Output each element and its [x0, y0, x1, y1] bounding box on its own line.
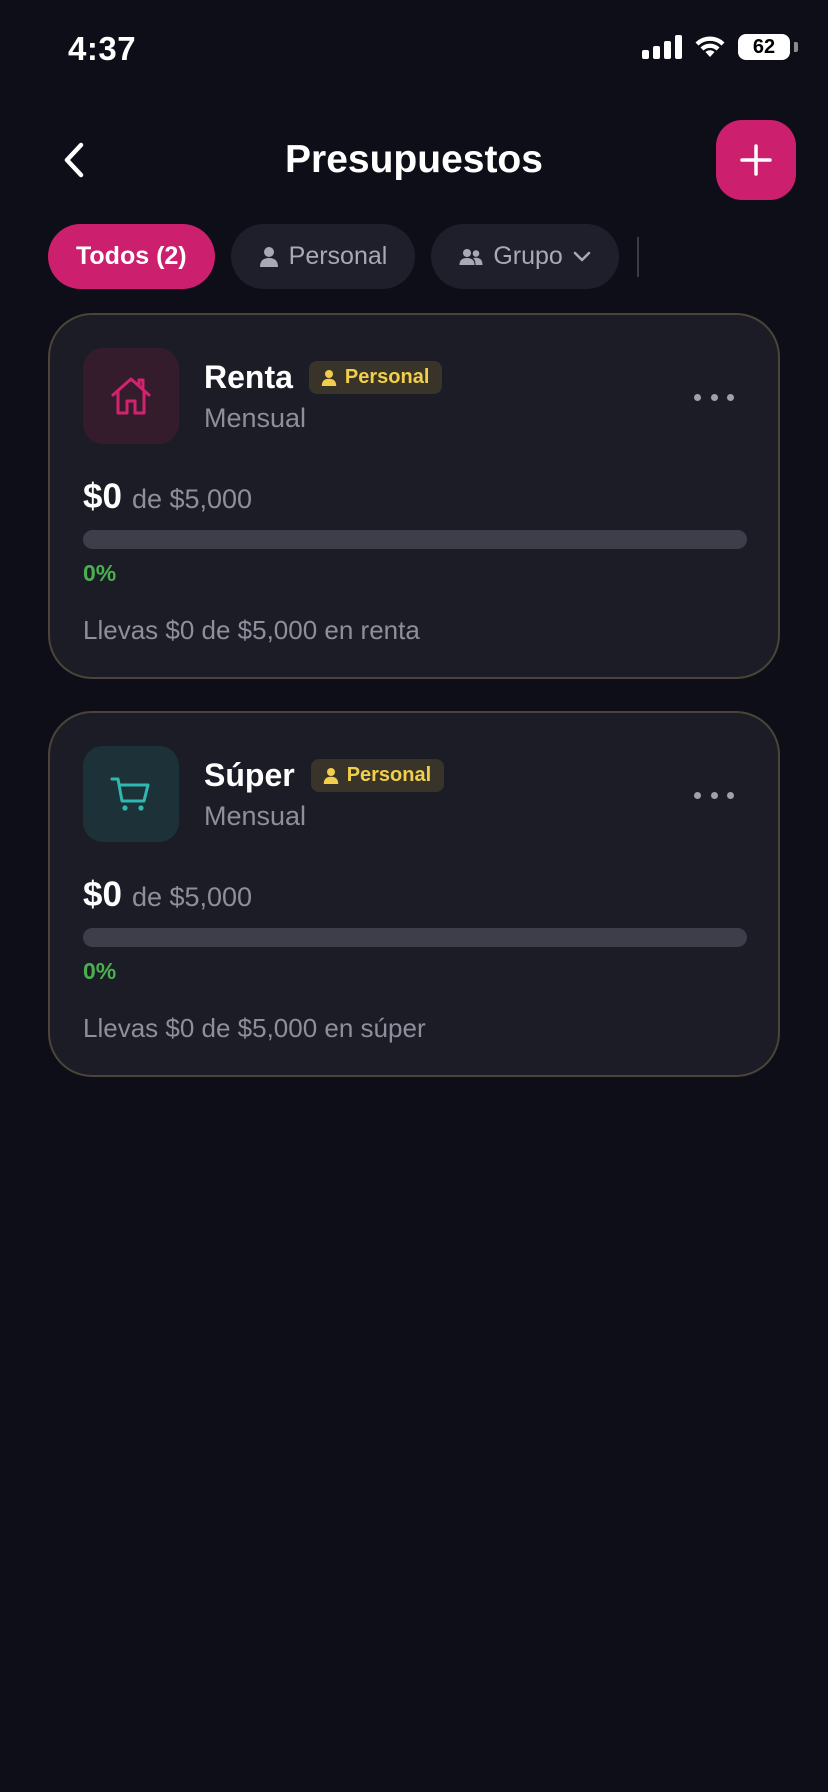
group-icon: [459, 248, 483, 265]
more-options-button[interactable]: [694, 385, 734, 409]
badge-label: Personal: [346, 764, 432, 786]
personal-badge: Personal: [308, 361, 443, 394]
dot: [710, 791, 718, 799]
page-title: Presupuestos: [285, 138, 543, 181]
shopping-cart-icon: [110, 777, 150, 811]
filter-tabs: Todos (2) Personal Grupo: [48, 224, 639, 289]
budget-card-super[interactable]: Súper Personal Mensual $0 de $5,000 0% L…: [48, 711, 780, 1077]
chevron-down-icon: [573, 251, 591, 261]
status-bar: 4:37 62: [0, 0, 828, 100]
budget-summary: Llevas $0 de $5,000 en súper: [83, 1013, 426, 1043]
plus-icon: [740, 144, 772, 176]
spent-amount: $0: [83, 477, 122, 516]
person-icon: [323, 767, 338, 784]
battery-tip: [794, 42, 798, 52]
person-icon: [259, 246, 278, 267]
amount-row: $0 de $5,000: [83, 477, 252, 517]
badge-label: Personal: [344, 366, 430, 388]
spent-amount: $0: [83, 875, 122, 914]
home-icon: [111, 377, 151, 415]
person-icon: [321, 369, 337, 386]
category-icon-box: [83, 746, 179, 842]
dot: [694, 393, 701, 401]
battery-icon: 62: [738, 34, 790, 60]
dot: [710, 393, 718, 401]
dot: [694, 791, 701, 799]
budget-name: Súper: [204, 757, 295, 793]
progress-percent: 0%: [83, 560, 117, 586]
budget-card-renta[interactable]: Renta Personal Mensual $0 de $5,000 0% L…: [48, 313, 780, 679]
filter-tab-personal[interactable]: Personal: [230, 224, 416, 289]
filter-tab-all[interactable]: Todos (2): [48, 224, 215, 289]
dot: [727, 393, 734, 401]
budget-period: Mensual: [204, 403, 307, 433]
header: Presupuestos: [0, 110, 828, 210]
battery-level: 62: [752, 35, 776, 58]
filter-tab-group[interactable]: Grupo: [431, 224, 619, 289]
budget-total: de $5,000: [131, 484, 253, 514]
more-options-button[interactable]: [694, 783, 734, 807]
category-icon-box: [83, 348, 179, 444]
wifi-icon: [695, 36, 725, 57]
filter-tab-label: Grupo: [493, 242, 563, 270]
budget-name: Renta: [204, 359, 293, 395]
amount-row: $0 de $5,000: [83, 875, 252, 915]
budget-total: de $5,000: [131, 882, 253, 912]
filter-tab-label: Todos (2): [76, 242, 187, 270]
personal-badge: Personal: [310, 759, 445, 792]
status-indicators: 62: [642, 34, 798, 60]
filter-divider: [636, 236, 639, 277]
card-title-row: Súper Personal: [204, 757, 445, 794]
dot: [727, 791, 734, 799]
budget-summary: Llevas $0 de $5,000 en renta: [83, 615, 420, 645]
budget-period: Mensual: [204, 801, 307, 831]
card-title-row: Renta Personal: [204, 359, 443, 396]
add-budget-button[interactable]: [716, 120, 796, 200]
status-time: 4:37: [68, 30, 137, 67]
progress-bar: [83, 530, 747, 549]
filter-tab-label: Personal: [288, 242, 388, 270]
cellular-signal-icon: [642, 35, 682, 59]
progress-percent: 0%: [83, 958, 117, 984]
progress-bar: [83, 928, 747, 947]
screen: 4:37 62 Presupuestos Todos (2) Personal …: [0, 0, 828, 1792]
